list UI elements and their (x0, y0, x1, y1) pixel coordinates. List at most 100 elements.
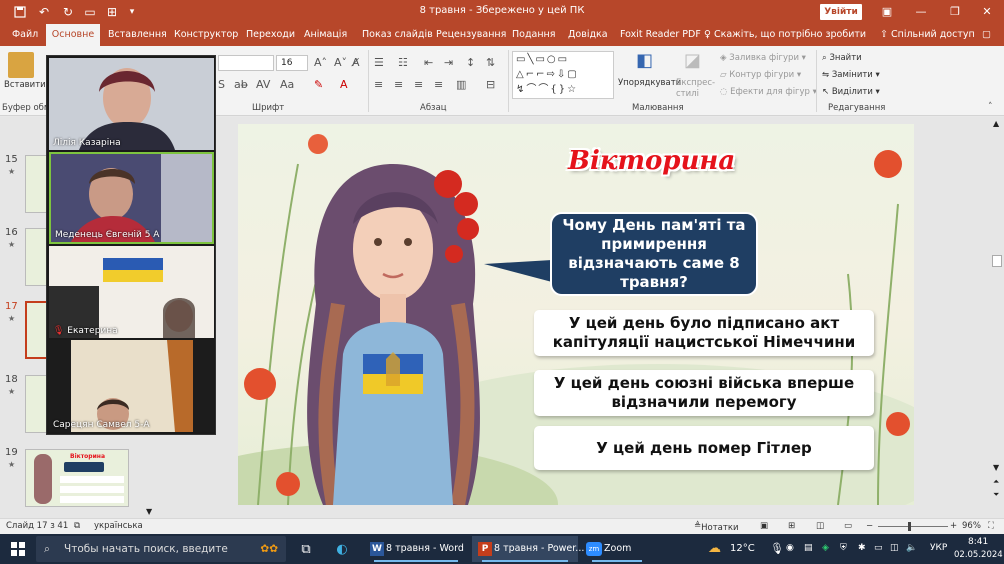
zoom-slider-thumb[interactable] (908, 522, 911, 531)
reading-view-icon[interactable]: ◫ (816, 521, 824, 531)
font-color-icon[interactable]: A (340, 78, 348, 91)
paste-label[interactable]: Вставити (4, 80, 46, 90)
fit-slide-icon[interactable]: ⛶ (988, 521, 994, 531)
tab-view[interactable]: Подання (512, 29, 555, 40)
tab-design[interactable]: Конструктор (174, 29, 238, 40)
next-slide-icon[interactable]: ⏷ (993, 490, 999, 500)
slideshow-view-icon[interactable]: ▭ (844, 521, 852, 531)
app-tray-icon[interactable]: ▤ (804, 543, 813, 553)
slide-thumbnail-19[interactable]: Вікторина (25, 449, 129, 507)
edge-icon[interactable]: ◐ (332, 539, 352, 559)
tab-slideshow[interactable]: Показ слайдів (362, 29, 433, 40)
paste-icon[interactable] (8, 52, 34, 78)
language-indicator[interactable]: українська (94, 521, 143, 531)
microphone-icon[interactable]: 🎙 (770, 542, 784, 555)
zoom-slider[interactable] (878, 526, 948, 527)
editor-scrollbar[interactable]: ▲ ▼ ⏶ ⏷ (990, 117, 1004, 518)
signin-button[interactable]: Увійти (820, 4, 862, 20)
spellcheck-icon[interactable]: ⧉ (74, 521, 80, 531)
numbering-icon[interactable]: ☷ (398, 56, 408, 69)
taskbar-powerpoint[interactable]: P 8 травня - Power... (472, 536, 584, 562)
case-icon[interactable]: Aa (280, 78, 294, 91)
font-size-field[interactable]: 16 (276, 55, 308, 71)
zoom-tray-icon[interactable]: ◉ (786, 543, 794, 553)
arrange-icon[interactable]: ◧ (636, 50, 653, 71)
weather-temp[interactable]: 12°C (730, 543, 755, 554)
line-spacing-icon[interactable]: ↕ (466, 56, 475, 69)
clock-time[interactable]: 8:41 (968, 537, 988, 547)
scroll-down-icon[interactable]: ▼ (993, 463, 999, 472)
font-name-field[interactable] (218, 55, 274, 71)
scroll-thumb[interactable] (992, 255, 1002, 267)
tab-help[interactable]: Довідка (568, 29, 608, 40)
share-button[interactable]: ⇪ Спільний доступ (880, 29, 975, 40)
taskbar-zoom[interactable]: zm Zoom (582, 536, 652, 562)
volume-icon[interactable]: 🔈 (906, 543, 917, 553)
tab-transitions[interactable]: Переходи (246, 29, 295, 40)
replace-button[interactable]: ⇋ Замінити ▾ (822, 70, 880, 80)
participant-tile-3[interactable]: 🎙 Екатерина (49, 246, 214, 338)
tab-review[interactable]: Рецензування (436, 29, 506, 40)
quick-styles-label[interactable]: Експрес-стилі (676, 78, 720, 100)
zoom-video-panel[interactable]: Лілія Казаріна Меденець Євгеній 5 А 🎙 Ек (46, 55, 216, 435)
increase-indent-icon[interactable]: ⇥ (444, 56, 453, 69)
align-left-icon[interactable]: ≡ (374, 78, 383, 91)
notes-button[interactable]: ≜ Нотатки (694, 521, 739, 533)
zoom-in-icon[interactable]: + (950, 521, 957, 531)
bullets-icon[interactable]: ☰ (374, 56, 384, 69)
normal-view-icon[interactable]: ▣ (760, 521, 768, 531)
participant-tile-2[interactable]: Меденець Євгеній 5 А (49, 152, 214, 244)
taskbar-search[interactable]: ⌕ Чтобы начать поиск, введите ✿✿ (36, 536, 286, 562)
tab-insert[interactable]: Вставлення (108, 29, 167, 40)
slide-canvas[interactable]: Вікторина Чому День пам'яті та примиренн… (238, 124, 914, 505)
strikethrough-icon[interactable]: ab̶ (234, 78, 248, 91)
taskbar-word[interactable]: W 8 травня - Word (364, 536, 468, 562)
input-language[interactable]: УКР (930, 543, 947, 553)
shadow-icon[interactable]: S (218, 78, 225, 91)
comments-icon[interactable]: ▢ (982, 29, 991, 40)
scroll-up-icon[interactable]: ▲ (993, 119, 999, 128)
columns-icon[interactable]: ▥ (456, 78, 466, 91)
zoom-level[interactable]: 96% (962, 521, 981, 531)
shape-outline-button[interactable]: ▱ Контур фігури ▾ (720, 70, 801, 80)
ribbon-display-icon[interactable]: ▣ (872, 2, 902, 22)
select-button[interactable]: ↖ Виділити ▾ (822, 87, 880, 97)
shape-effects-button[interactable]: ◌ Ефекти для фігур ▾ (720, 87, 817, 97)
question-bubble[interactable]: Чому День пам'яті та примирення відзнача… (550, 212, 758, 296)
align-center-icon[interactable]: ≡ (394, 78, 403, 91)
answer-option-3[interactable]: У цей день помер Гітлер (534, 426, 874, 470)
highlight-icon[interactable]: ✎ (314, 78, 323, 91)
security-tray-icon[interactable]: ⛨ (840, 543, 847, 553)
arrange-label[interactable]: Упорядкувати (618, 78, 681, 88)
zoom-out-icon[interactable]: − (866, 521, 873, 531)
prev-slide-icon[interactable]: ⏶ (993, 477, 999, 487)
close-icon[interactable]: ✕ (972, 2, 1002, 22)
participant-tile-1[interactable]: Лілія Казаріна (49, 58, 214, 150)
answer-option-2[interactable]: У цей день союзні війська вперше відзнач… (534, 370, 874, 416)
slide-title[interactable]: Вікторина (568, 146, 735, 176)
task-view-icon[interactable]: ⧉ (296, 539, 316, 559)
clock-date[interactable]: 02.05.2024 (954, 550, 1003, 560)
scroll-down-icon[interactable]: ▼ (146, 507, 152, 516)
slide-sorter-icon[interactable]: ⊞ (788, 521, 795, 531)
align-right-icon[interactable]: ≡ (414, 78, 423, 91)
text-direction-icon[interactable]: ⇅ (486, 56, 495, 69)
bluetooth-tray-icon[interactable]: ✱ (858, 543, 866, 553)
answer-option-1[interactable]: У цей день було підписано акт капітуляці… (534, 310, 874, 356)
windows-start-icon[interactable] (8, 539, 28, 559)
network-icon[interactable]: ◫ (890, 543, 899, 553)
quick-styles-icon[interactable]: ◪ (684, 50, 701, 71)
shapes-gallery[interactable]: ▭╲▭○▭ △⌐⌐⇨⇩▢ ↯⌒⌒{}☆ (512, 51, 614, 99)
app-tray-icon-2[interactable]: ◈ (822, 543, 829, 553)
align-text-icon[interactable]: ⊟ (486, 78, 495, 91)
restore-icon[interactable]: ❐ (940, 2, 970, 22)
tab-file[interactable]: Файл (12, 29, 38, 40)
minimize-icon[interactable]: — (906, 2, 936, 22)
participant-tile-4[interactable]: Сарецян Самвел 5-А (49, 340, 214, 432)
tab-animation[interactable]: Анімація (304, 29, 347, 40)
shape-fill-button[interactable]: ◈ Заливка фігури ▾ (720, 53, 806, 63)
spacing-icon[interactable]: AV (256, 78, 270, 91)
collapse-ribbon-icon[interactable]: ˄ (988, 102, 993, 112)
justify-icon[interactable]: ≡ (434, 78, 443, 91)
decrease-indent-icon[interactable]: ⇤ (424, 56, 433, 69)
